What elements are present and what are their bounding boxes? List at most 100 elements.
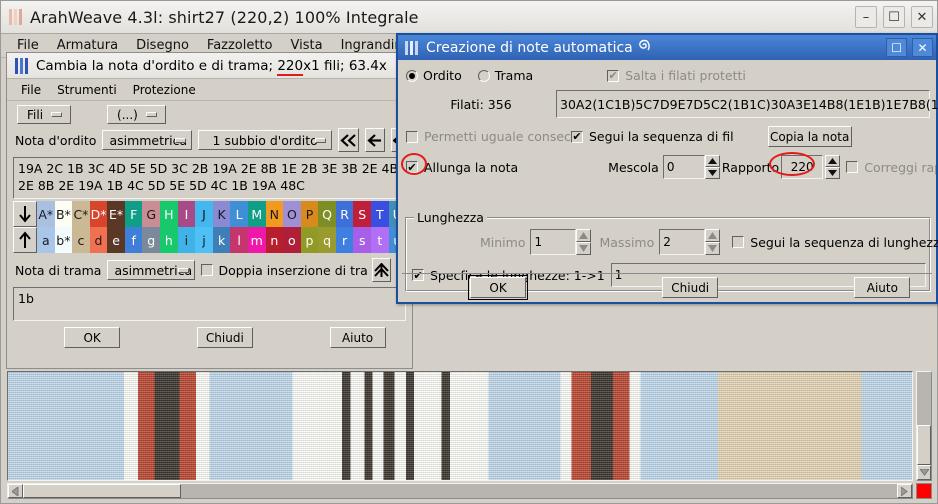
color-swatch-e[interactable]: e — [107, 227, 125, 253]
scroll-down-arrow-icon[interactable] — [917, 465, 931, 480]
child-menu-protezione[interactable]: Protezione — [133, 83, 196, 97]
color-swatch-G[interactable]: G — [142, 201, 161, 227]
dialog-maximize-button[interactable]: ☐ — [886, 38, 907, 57]
color-swatch-q[interactable]: q — [318, 227, 336, 253]
color-swatch-s[interactable]: s — [353, 227, 371, 253]
radio-ordito[interactable]: Ordito — [406, 68, 462, 83]
rapporto-spinner[interactable] — [825, 155, 841, 179]
double-up-arrow-icon[interactable] — [371, 258, 391, 282]
weft-swatches[interactable]: ab*cdefghijklmnopqrstu — [37, 227, 406, 253]
child-menu-strumenti[interactable]: Strumenti — [57, 83, 117, 97]
spinner-down-icon[interactable] — [704, 167, 720, 179]
color-swatch-K[interactable]: K — [212, 201, 231, 227]
color-swatch-k[interactable]: k — [212, 227, 231, 253]
color-swatch-t[interactable]: t — [370, 227, 389, 253]
color-swatch-c[interactable]: c — [72, 227, 90, 253]
color-swatch-J[interactable]: J — [195, 201, 213, 227]
color-swatch-Bstar[interactable]: B* — [54, 201, 73, 227]
mescola-spinner[interactable] — [704, 155, 720, 179]
color-swatch-f[interactable]: f — [124, 227, 143, 253]
mescola-input[interactable]: 0 — [662, 155, 705, 179]
dialog-close-button[interactable]: ✕ — [912, 38, 933, 57]
menu-armatura[interactable]: Armatura — [57, 38, 118, 53]
maximize-button[interactable]: ☐ — [883, 6, 905, 28]
application-titlebar[interactable]: ArahWeave 4.3l: shirt27 (220,2) 100% Int… — [1, 1, 937, 34]
color-swatch-F[interactable]: F — [124, 201, 143, 227]
weft-symmetry-combo[interactable]: asimmetrica — [107, 260, 196, 280]
child-chiudi-button[interactable]: Chiudi — [196, 327, 253, 348]
dialog-aiuto-button[interactable]: Aiuto — [854, 277, 911, 298]
color-swatch-Dstar[interactable]: D* — [89, 201, 108, 227]
color-swatch-S[interactable]: S — [353, 201, 371, 227]
menu-disegno[interactable]: Disegno — [136, 38, 189, 53]
up-arrow-icon[interactable] — [13, 227, 37, 253]
left-arrow-icon[interactable] — [364, 128, 386, 152]
color-swatch-j[interactable]: j — [195, 227, 213, 253]
color-swatch-O[interactable]: O — [283, 201, 301, 227]
down-arrow-icon[interactable] — [13, 201, 37, 227]
color-swatch-Cstar[interactable]: C* — [72, 201, 90, 227]
color-swatch-r[interactable]: r — [335, 227, 354, 253]
segui-sequenza-checkbox[interactable]: ✔ Segui la sequenza di fil — [571, 129, 734, 144]
color-swatch-g[interactable]: g — [142, 227, 161, 253]
color-swatch-bstar[interactable]: b* — [54, 227, 73, 253]
color-swatch-H[interactable]: H — [160, 201, 178, 227]
dialog-ok-button[interactable]: OK — [468, 275, 529, 300]
nota-text-field[interactable]: 30A2(1C1B)5C7D9E7D5C2(1B1C)30A3E14B8(1E1… — [556, 90, 938, 118]
color-swatch-N[interactable]: N — [265, 201, 284, 227]
spinner-up-icon[interactable] — [704, 155, 720, 167]
segui-lunghezze-checkbox[interactable]: Segui la sequenza di lunghezze — [732, 235, 938, 250]
warp-symmetry-combo[interactable]: asimmetrica — [102, 130, 193, 150]
color-swatch-l[interactable]: l — [230, 227, 248, 253]
color-swatch-d[interactable]: d — [89, 227, 108, 253]
minimize-button[interactable]: – — [855, 6, 877, 28]
color-swatch-o[interactable]: o — [283, 227, 301, 253]
color-swatch-i[interactable]: i — [177, 227, 196, 253]
dialog-titlebar[interactable]: Creazione di note automatica ☐ ✕ — [398, 35, 936, 60]
menu-vista[interactable]: Vista — [291, 38, 323, 53]
allunga-nota-checkbox[interactable]: ✔ Allunga la nota — [406, 160, 518, 175]
fabric-vertical-scrollbar[interactable] — [916, 371, 932, 481]
scrollbar-thumb[interactable] — [23, 484, 181, 498]
close-button[interactable]: ✕ — [911, 6, 933, 28]
dots-option-button[interactable]: (...) — [107, 105, 166, 124]
copia-nota-button[interactable]: Copia la nota — [767, 126, 852, 147]
color-swatch-P[interactable]: P — [300, 201, 319, 227]
color-swatch-a[interactable]: a — [37, 227, 55, 253]
warp-note-textarea[interactable]: 19A 2C 1B 3C 4D 5E 5D 3C 2B 19A 2E 8B 1E… — [13, 157, 406, 199]
rapporto-input[interactable]: 220 — [781, 155, 824, 179]
scroll-right-arrow-icon[interactable] — [897, 484, 912, 498]
color-swatch-L[interactable]: L — [230, 201, 248, 227]
color-swatch-h[interactable]: h — [160, 227, 178, 253]
fabric-horizontal-scrollbar[interactable] — [7, 483, 913, 499]
spinner-up-icon[interactable] — [825, 155, 841, 167]
color-swatch-Q[interactable]: Q — [318, 201, 336, 227]
child-aiuto-button[interactable]: Aiuto — [329, 327, 386, 348]
color-swatch-m[interactable]: m — [247, 227, 266, 253]
child-ok-button[interactable]: OK — [64, 327, 121, 348]
radio-trama[interactable]: Trama — [477, 68, 533, 83]
spinner-down-icon[interactable] — [825, 167, 841, 179]
dialog-chiudi-button[interactable]: Chiudi — [662, 277, 719, 298]
child-menu-file[interactable]: File — [21, 83, 41, 97]
vscrollbar-thumb[interactable] — [917, 425, 931, 465]
color-swatch-Astar[interactable]: A* — [37, 201, 55, 227]
color-swatch-M[interactable]: M — [247, 201, 266, 227]
color-swatch-p[interactable]: p — [300, 227, 319, 253]
weft-note-textarea[interactable]: 1b — [13, 287, 406, 321]
color-swatch-n[interactable]: n — [265, 227, 284, 253]
color-swatch-R[interactable]: R — [335, 201, 354, 227]
menu-fazzoletto[interactable]: Fazzoletto — [207, 38, 273, 53]
double-insertion-checkbox[interactable]: Doppia inserzione di tra — [201, 263, 368, 278]
color-swatch-Estar[interactable]: E* — [107, 201, 125, 227]
warp-beam-combo[interactable]: 1 subbio d'ordito — [198, 130, 332, 150]
fabric-preview[interactable] — [7, 371, 913, 481]
color-swatch-T[interactable]: T — [370, 201, 389, 227]
menu-file[interactable]: File — [17, 38, 39, 53]
child-window-titlebar[interactable]: Cambia la nota d'ordito e di trama; 220x… — [7, 53, 412, 79]
color-swatch-I[interactable]: I — [177, 201, 196, 227]
double-left-arrow-icon[interactable] — [337, 128, 359, 152]
fili-option-button[interactable]: Fili — [17, 105, 72, 124]
scroll-left-arrow-icon[interactable] — [8, 484, 23, 498]
warp-swatches[interactable]: A*B*C*D*E*FGHIJKLMNOPQRSTU — [37, 201, 406, 227]
